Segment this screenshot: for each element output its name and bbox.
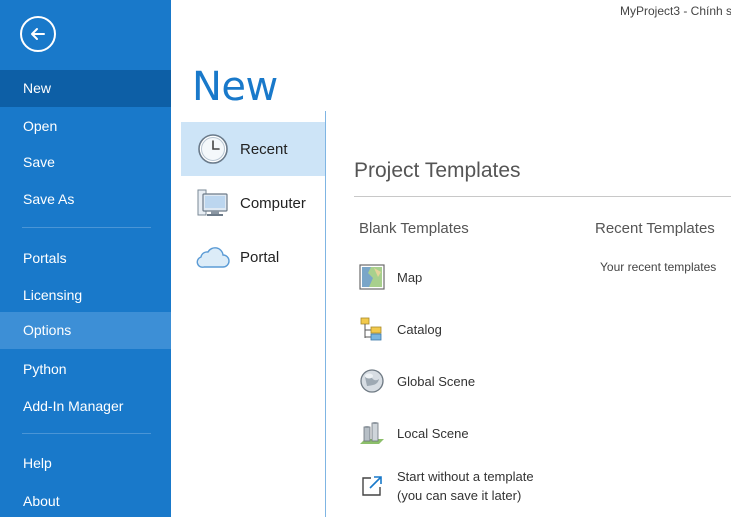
sidebar-item-open[interactable]: Open (0, 108, 171, 145)
template-catalog[interactable]: Catalog (358, 315, 442, 343)
template-local-scene[interactable]: Local Scene (358, 419, 469, 447)
recent-templates-title: Recent Templates (595, 220, 715, 237)
recent-templates-note: Your recent templates (600, 260, 717, 274)
local-scene-icon (358, 419, 386, 447)
window-title: MyProject3 - Chính s (620, 4, 731, 18)
location-label: Recent (240, 140, 288, 158)
backstage-sidebar: New Open Save Save As Portals Licensing … (0, 0, 171, 517)
template-label: Global Scene (397, 373, 476, 389)
template-map[interactable]: Map (358, 263, 422, 291)
back-button[interactable] (20, 16, 56, 52)
sidebar-divider (22, 433, 151, 434)
page-title: New (192, 64, 278, 110)
sidebar-divider (22, 227, 151, 228)
sidebar-item-help[interactable]: Help (0, 445, 171, 482)
sidebar-item-python[interactable]: Python (0, 351, 171, 388)
sidebar-item-save[interactable]: Save (0, 144, 171, 181)
location-portal[interactable]: Portal (181, 230, 325, 284)
location-label: Portal (240, 248, 280, 266)
sidebar-item-new[interactable]: New (0, 70, 171, 107)
catalog-icon (358, 315, 386, 343)
sidebar-item-add-in-manager[interactable]: Add-In Manager (0, 388, 171, 425)
template-label: Local Scene (397, 425, 469, 441)
computer-icon (196, 186, 230, 220)
location-label: Computer (240, 194, 306, 212)
blank-templates-title: Blank Templates (359, 220, 469, 237)
map-icon (358, 263, 386, 291)
location-computer[interactable]: Computer (181, 176, 325, 230)
sidebar-item-options[interactable]: Options (0, 312, 171, 349)
start-without-line2: (you can save it later) (397, 488, 522, 503)
cloud-icon (196, 240, 230, 274)
start-without-line1: Start without a template (397, 469, 534, 484)
clock-icon (196, 132, 230, 166)
template-global-scene[interactable]: Global Scene (358, 367, 475, 395)
location-recent[interactable]: Recent (181, 122, 325, 176)
sidebar-item-save-as[interactable]: Save As (0, 181, 171, 218)
arrow-left-icon (31, 28, 45, 40)
globe-icon (358, 367, 386, 395)
template-label: Catalog (397, 321, 442, 337)
vertical-divider (325, 111, 326, 517)
open-external-icon (358, 472, 386, 500)
template-label: Map (397, 269, 423, 285)
start-without-text: Start without a template (you can save i… (397, 467, 534, 505)
section-title: Project Templates (354, 159, 521, 182)
sidebar-item-portals[interactable]: Portals (0, 240, 171, 277)
section-rule (354, 196, 731, 197)
sidebar-item-about[interactable]: About (0, 483, 171, 517)
sidebar-item-licensing[interactable]: Licensing (0, 277, 171, 314)
template-start-without[interactable]: Start without a template (you can save i… (358, 467, 534, 505)
